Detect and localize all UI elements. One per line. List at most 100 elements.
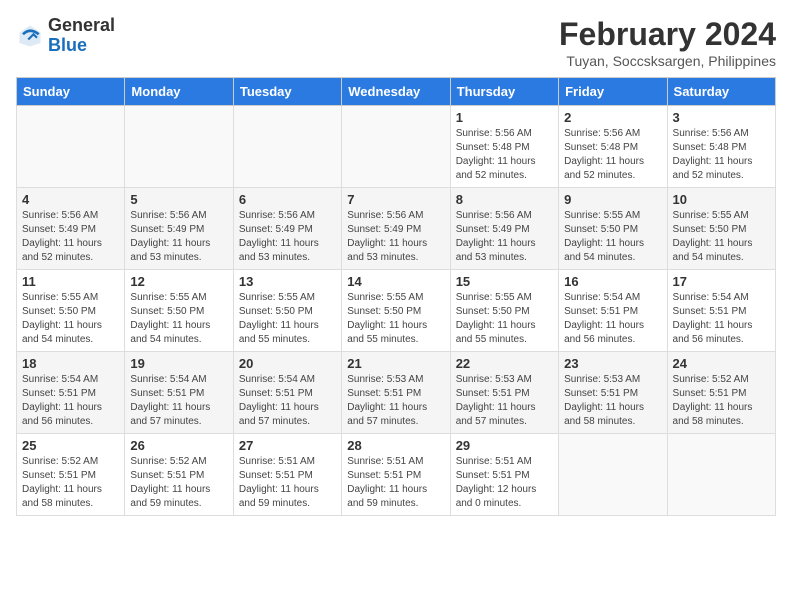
- calendar-cell: [667, 434, 775, 516]
- day-number: 1: [456, 110, 553, 125]
- day-number: 13: [239, 274, 336, 289]
- calendar-cell: [559, 434, 667, 516]
- day-info: Sunrise: 5:54 AMSunset: 5:51 PMDaylight:…: [130, 373, 227, 429]
- day-number: 11: [22, 274, 119, 289]
- day-info: Sunrise: 5:51 AMSunset: 5:51 PMDaylight:…: [347, 455, 444, 511]
- weekday-header: Saturday: [667, 78, 775, 106]
- day-number: 6: [239, 192, 336, 207]
- day-info: Sunrise: 5:54 AMSunset: 5:51 PMDaylight:…: [673, 291, 770, 347]
- calendar-cell: 24 Sunrise: 5:52 AMSunset: 5:51 PMDayligh…: [667, 352, 775, 434]
- day-info: Sunrise: 5:55 AMSunset: 5:50 PMDaylight:…: [564, 209, 661, 265]
- weekday-header: Thursday: [450, 78, 558, 106]
- calendar-cell: 19 Sunrise: 5:54 AMSunset: 5:51 PMDayligh…: [125, 352, 233, 434]
- day-number: 12: [130, 274, 227, 289]
- day-info: Sunrise: 5:56 AMSunset: 5:48 PMDaylight:…: [564, 127, 661, 183]
- day-info: Sunrise: 5:55 AMSunset: 5:50 PMDaylight:…: [673, 209, 770, 265]
- calendar-cell: 27 Sunrise: 5:51 AMSunset: 5:51 PMDayligh…: [233, 434, 341, 516]
- day-number: 17: [673, 274, 770, 289]
- day-info: Sunrise: 5:51 AMSunset: 5:51 PMDaylight:…: [239, 455, 336, 511]
- calendar-cell: 7 Sunrise: 5:56 AMSunset: 5:49 PMDaylight…: [342, 188, 450, 270]
- day-number: 16: [564, 274, 661, 289]
- day-number: 9: [564, 192, 661, 207]
- calendar-cell: 26 Sunrise: 5:52 AMSunset: 5:51 PMDayligh…: [125, 434, 233, 516]
- day-number: 24: [673, 356, 770, 371]
- day-number: 23: [564, 356, 661, 371]
- calendar-cell: 18 Sunrise: 5:54 AMSunset: 5:51 PMDayligh…: [17, 352, 125, 434]
- day-info: Sunrise: 5:56 AMSunset: 5:49 PMDaylight:…: [22, 209, 119, 265]
- day-info: Sunrise: 5:56 AMSunset: 5:49 PMDaylight:…: [347, 209, 444, 265]
- calendar-cell: 8Sunrise: 5:56 AMSunset: 5:49 PMDaylight…: [450, 188, 558, 270]
- day-info: Sunrise: 5:55 AMSunset: 5:50 PMDaylight:…: [347, 291, 444, 347]
- day-number: 7: [347, 192, 444, 207]
- weekday-header: Wednesday: [342, 78, 450, 106]
- calendar-cell: 5Sunrise: 5:56 AMSunset: 5:49 PMDaylight…: [125, 188, 233, 270]
- day-info: Sunrise: 5:51 AMSunset: 5:51 PMDaylight:…: [456, 455, 553, 511]
- calendar-cell: 3Sunrise: 5:56 AMSunset: 5:48 PMDaylight…: [667, 106, 775, 188]
- calendar-cell: [342, 106, 450, 188]
- day-number: 15: [456, 274, 553, 289]
- calendar-week-row: 18 Sunrise: 5:54 AMSunset: 5:51 PMDayligh…: [17, 352, 776, 434]
- day-info: Sunrise: 5:53 AMSunset: 5:51 PMDaylight:…: [456, 373, 553, 429]
- month-title: February 2024: [559, 16, 776, 53]
- day-number: 20: [239, 356, 336, 371]
- calendar-header: SundayMondayTuesdayWednesdayThursdayFrid…: [17, 78, 776, 106]
- calendar-cell: [17, 106, 125, 188]
- calendar-cell: 23 Sunrise: 5:53 AMSunset: 5:51 PMDayligh…: [559, 352, 667, 434]
- calendar-cell: [125, 106, 233, 188]
- day-info: Sunrise: 5:53 AMSunset: 5:51 PMDaylight:…: [347, 373, 444, 429]
- calendar-cell: 14 Sunrise: 5:55 AMSunset: 5:50 PMDayligh…: [342, 270, 450, 352]
- calendar-cell: 20 Sunrise: 5:54 AMSunset: 5:51 PMDayligh…: [233, 352, 341, 434]
- weekday-header: Sunday: [17, 78, 125, 106]
- day-info: Sunrise: 5:53 AMSunset: 5:51 PMDaylight:…: [564, 373, 661, 429]
- day-info: Sunrise: 5:56 AMSunset: 5:48 PMDaylight:…: [673, 127, 770, 183]
- calendar-cell: 28 Sunrise: 5:51 AMSunset: 5:51 PMDayligh…: [342, 434, 450, 516]
- day-number: 21: [347, 356, 444, 371]
- day-info: Sunrise: 5:54 AMSunset: 5:51 PMDaylight:…: [564, 291, 661, 347]
- calendar-cell: 4Sunrise: 5:56 AMSunset: 5:49 PMDaylight…: [17, 188, 125, 270]
- page-header: General Blue February 2024 Tuyan, Soccsk…: [16, 16, 776, 69]
- day-info: Sunrise: 5:56 AMSunset: 5:48 PMDaylight:…: [456, 127, 553, 183]
- logo-icon: [16, 22, 44, 50]
- day-info: Sunrise: 5:52 AMSunset: 5:51 PMDaylight:…: [22, 455, 119, 511]
- day-number: 18: [22, 356, 119, 371]
- calendar-cell: 16 Sunrise: 5:54 AMSunset: 5:51 PMDayligh…: [559, 270, 667, 352]
- weekday-header: Monday: [125, 78, 233, 106]
- day-number: 28: [347, 438, 444, 453]
- calendar-cell: 6 Sunrise: 5:56 AMSunset: 5:49 PMDaylight…: [233, 188, 341, 270]
- title-block: February 2024 Tuyan, Soccsksargen, Phili…: [559, 16, 776, 69]
- calendar-cell: 9 Sunrise: 5:55 AMSunset: 5:50 PMDaylight…: [559, 188, 667, 270]
- calendar-week-row: 11 Sunrise: 5:55 AMSunset: 5:50 PMDayligh…: [17, 270, 776, 352]
- calendar-cell: 12 Sunrise: 5:55 AMSunset: 5:50 PMDayligh…: [125, 270, 233, 352]
- day-number: 26: [130, 438, 227, 453]
- calendar-cell: 22 Sunrise: 5:53 AMSunset: 5:51 PMDayligh…: [450, 352, 558, 434]
- day-info: Sunrise: 5:54 AMSunset: 5:51 PMDaylight:…: [22, 373, 119, 429]
- weekday-header: Tuesday: [233, 78, 341, 106]
- day-number: 22: [456, 356, 553, 371]
- day-number: 29: [456, 438, 553, 453]
- day-number: 8: [456, 192, 553, 207]
- day-number: 19: [130, 356, 227, 371]
- weekday-header: Friday: [559, 78, 667, 106]
- calendar-cell: 10 Sunrise: 5:55 AMSunset: 5:50 PMDayligh…: [667, 188, 775, 270]
- day-info: Sunrise: 5:56 AMSunset: 5:49 PMDaylight:…: [130, 209, 227, 265]
- calendar-week-row: 1 Sunrise: 5:56 AMSunset: 5:48 PMDaylight…: [17, 106, 776, 188]
- day-info: Sunrise: 5:52 AMSunset: 5:51 PMDaylight:…: [130, 455, 227, 511]
- calendar-cell: 29 Sunrise: 5:51 AMSunset: 5:51 PMDayligh…: [450, 434, 558, 516]
- logo-text: General Blue: [48, 16, 115, 56]
- calendar-cell: 21 Sunrise: 5:53 AMSunset: 5:51 PMDayligh…: [342, 352, 450, 434]
- day-info: Sunrise: 5:54 AMSunset: 5:51 PMDaylight:…: [239, 373, 336, 429]
- day-number: 14: [347, 274, 444, 289]
- day-number: 25: [22, 438, 119, 453]
- day-info: Sunrise: 5:55 AMSunset: 5:50 PMDaylight:…: [22, 291, 119, 347]
- day-number: 10: [673, 192, 770, 207]
- calendar-cell: 2Sunrise: 5:56 AMSunset: 5:48 PMDaylight…: [559, 106, 667, 188]
- logo: General Blue: [16, 16, 115, 56]
- day-info: Sunrise: 5:52 AMSunset: 5:51 PMDaylight:…: [673, 373, 770, 429]
- calendar-week-row: 4Sunrise: 5:56 AMSunset: 5:49 PMDaylight…: [17, 188, 776, 270]
- day-number: 27: [239, 438, 336, 453]
- calendar-cell: 25 Sunrise: 5:52 AMSunset: 5:51 PMDayligh…: [17, 434, 125, 516]
- day-info: Sunrise: 5:56 AMSunset: 5:49 PMDaylight:…: [239, 209, 336, 265]
- day-info: Sunrise: 5:55 AMSunset: 5:50 PMDaylight:…: [130, 291, 227, 347]
- calendar-cell: 15Sunrise: 5:55 AMSunset: 5:50 PMDayligh…: [450, 270, 558, 352]
- calendar-cell: 17 Sunrise: 5:54 AMSunset: 5:51 PMDayligh…: [667, 270, 775, 352]
